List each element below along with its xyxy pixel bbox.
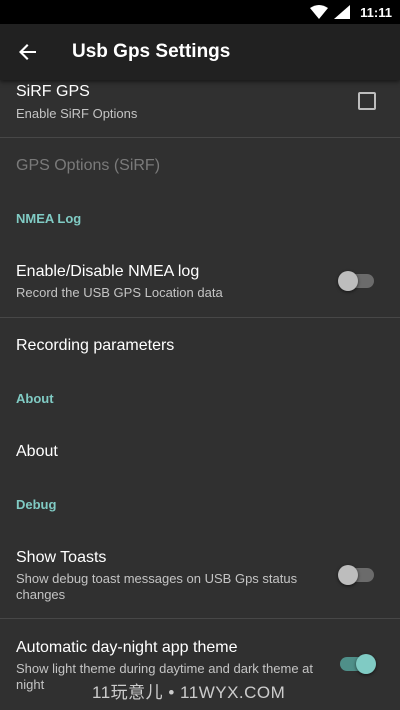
arrow-back-icon	[19, 44, 36, 60]
sirf-gps-checkbox[interactable]	[358, 92, 376, 110]
status-clock: 11:11	[360, 4, 392, 20]
back-button[interactable]	[0, 24, 56, 80]
about-preference[interactable]: About	[0, 442, 400, 466]
sirf-gps-summary: Enable SiRF Options	[16, 106, 138, 121]
nmea-log-switch[interactable]	[338, 271, 374, 291]
recording-parameters-title: Recording parameters	[16, 337, 175, 354]
show-toasts-summary: Show debug toast messages on USB Gps sta…	[16, 571, 298, 602]
app-toolbar: Usb Gps Settings	[0, 24, 400, 80]
show-toasts-switch[interactable]	[338, 565, 374, 585]
day-night-theme-switch[interactable]	[340, 654, 376, 674]
gps-options-title: GPS Options (SiRF)	[16, 157, 161, 174]
wifi-icon	[310, 4, 329, 20]
category-label: About	[16, 391, 54, 406]
signal-icon	[334, 4, 352, 20]
debug-category: Debug	[0, 497, 400, 515]
show-toasts-title: Show Toasts	[16, 549, 107, 566]
nmea-log-preference[interactable]: Enable/Disable NMEA log Record the USB G…	[0, 262, 400, 312]
about-category: About	[0, 391, 400, 409]
gps-options-preference[interactable]: GPS Options (SiRF)	[0, 156, 400, 180]
recording-parameters-preference[interactable]: Recording parameters	[0, 336, 400, 360]
switch-thumb	[356, 654, 376, 674]
divider	[0, 137, 400, 138]
about-title: About	[16, 443, 58, 460]
nmea-log-summary: Record the USB GPS Location data	[16, 285, 223, 300]
day-night-theme-title: Automatic day-night app theme	[16, 639, 238, 656]
category-label: NMEA Log	[16, 211, 82, 226]
switch-thumb	[338, 271, 358, 291]
nmea-log-title: Enable/Disable NMEA log	[16, 263, 200, 280]
show-toasts-preference[interactable]: Show Toasts Show debug toast messages on…	[0, 548, 400, 604]
switch-thumb	[338, 565, 358, 585]
category-label: Debug	[16, 497, 57, 512]
divider	[0, 618, 400, 619]
divider	[0, 317, 400, 318]
watermark: 11玩意儿 • 11WYX.COM	[92, 683, 286, 702]
sirf-gps-preference[interactable]: SiRF GPS Enable SiRF Options	[0, 80, 400, 137]
status-bar: 11:11	[0, 0, 400, 24]
nmea-log-category: NMEA Log	[0, 211, 400, 229]
sirf-gps-title: SiRF GPS	[16, 83, 90, 100]
page-title: Usb Gps Settings	[72, 41, 231, 62]
